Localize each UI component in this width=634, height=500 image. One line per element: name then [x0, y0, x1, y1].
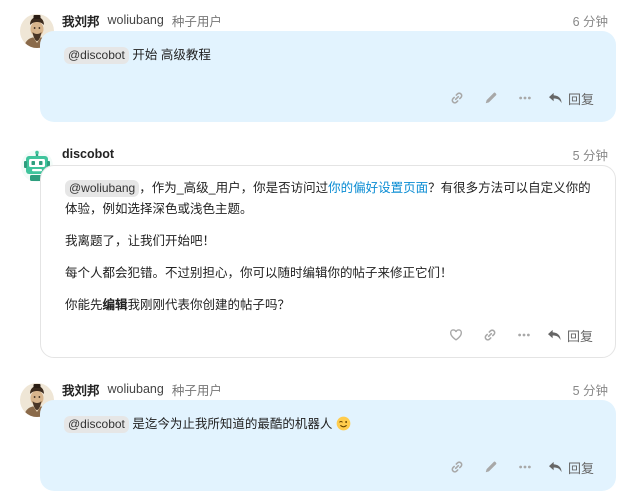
reply-button[interactable]: 回复	[548, 89, 594, 108]
post-paragraph-4: 你能先编辑我刚刚代表你创建的帖子吗？	[65, 295, 597, 316]
reply-label: 回复	[567, 460, 594, 476]
link-icon[interactable]	[473, 323, 507, 347]
post-paragraph-1: @woliubang ，作为_高级_用户，你是否访问过你的偏好设置页面？有很多方法…	[65, 178, 597, 220]
heart-icon[interactable]	[439, 323, 473, 347]
post-time[interactable]: 5 分钟	[573, 380, 608, 399]
author-name[interactable]: 我刘邦	[62, 380, 100, 399]
wink-emoji-icon	[336, 416, 351, 431]
author-username[interactable]: woliubang	[108, 13, 164, 27]
paragraph-text: 我刚刚代表你创建的帖子吗？	[127, 298, 291, 312]
post-text: 开始 高级教程	[132, 48, 211, 62]
more-icon[interactable]	[508, 455, 542, 479]
post-text: 是迄今为止我所知道的最酷的机器人	[132, 417, 333, 431]
link-icon[interactable]	[440, 455, 474, 479]
bold-text: 编辑	[102, 298, 128, 312]
preferences-link[interactable]: 你的偏好设置页面	[328, 181, 428, 195]
reply-button[interactable]: 回复	[548, 458, 594, 477]
mention[interactable]: @discobot	[64, 47, 129, 64]
author-username[interactable]: woliubang	[108, 382, 164, 396]
more-icon[interactable]	[507, 323, 541, 347]
author-name[interactable]: discobot	[62, 147, 114, 161]
post-actions: 回复	[439, 323, 593, 347]
more-icon[interactable]	[508, 86, 542, 110]
post-bubble: @woliubang ，作为_高级_用户，你是否访问过你的偏好设置页面？有很多方法…	[40, 165, 616, 358]
mention[interactable]: @discobot	[64, 416, 129, 433]
post-1: 我刘邦 woliubang 种子用户 6 分钟 @discobot 开始 高级教…	[0, 11, 634, 123]
reply-label: 回复	[567, 91, 594, 107]
post-3: 我刘邦 woliubang 种子用户 5 分钟 @discobot 是迄今为止我…	[0, 380, 634, 492]
link-icon[interactable]	[440, 86, 474, 110]
post-bubble: @discobot 开始 高级教程 回复	[40, 31, 616, 122]
post-meta: discobot	[62, 145, 114, 163]
post-meta: 我刘邦 woliubang 种子用户	[62, 11, 222, 29]
reply-button[interactable]: 回复	[547, 326, 593, 345]
paragraph-text: 你能先	[65, 298, 103, 312]
post-actions: 回复	[440, 86, 594, 110]
post-2: discobot 5 分钟 @woliubang ，作为_高级_用户，你是否访问过…	[0, 145, 634, 358]
reply-label: 回复	[566, 328, 593, 344]
post-meta: 我刘邦 woliubang 种子用户	[62, 380, 222, 398]
reply-icon	[548, 92, 563, 105]
post-content: @discobot 是迄今为止我所知道的最酷的机器人	[64, 414, 598, 435]
author-title: 种子用户	[171, 14, 222, 29]
post-paragraph-2: 我离题了，让我们开始吧！	[65, 234, 216, 248]
post-time[interactable]: 5 分钟	[573, 145, 608, 164]
paragraph-text: ，作为_高级_用户，你是否访问过	[139, 181, 329, 195]
post-paragraph-3: 每个人都会犯错。不过别担心，你可以随时编辑你的帖子来修正它们！	[65, 266, 453, 280]
post-time[interactable]: 6 分钟	[573, 11, 608, 30]
post-actions: 回复	[440, 455, 594, 479]
post-content: @woliubang ，作为_高级_用户，你是否访问过你的偏好设置页面？有很多方法…	[65, 178, 597, 327]
post-content: @discobot 开始 高级教程	[64, 45, 598, 66]
pencil-icon[interactable]	[474, 455, 508, 479]
post-bubble: @discobot 是迄今为止我所知道的最酷的机器人 回复	[40, 400, 616, 491]
author-title: 种子用户	[171, 383, 222, 398]
author-name[interactable]: 我刘邦	[62, 11, 100, 30]
pencil-icon[interactable]	[474, 86, 508, 110]
reply-icon	[548, 461, 563, 474]
reply-icon	[547, 329, 562, 342]
mention[interactable]: @woliubang	[65, 180, 140, 197]
